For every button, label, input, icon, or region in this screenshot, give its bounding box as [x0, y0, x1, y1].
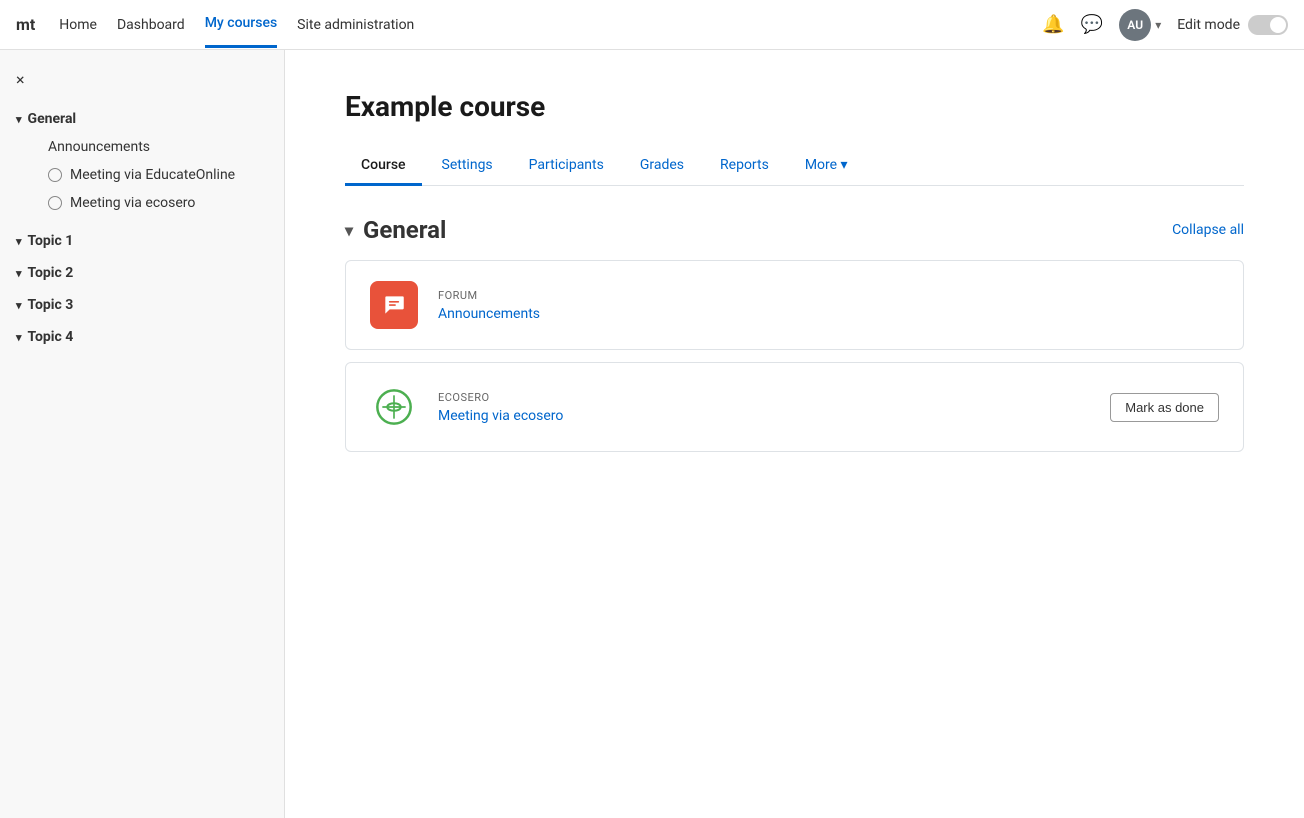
sidebar-announcements-label: Announcements [48, 139, 150, 155]
topic4-chevron-icon: ▾ [16, 331, 22, 344]
edit-mode: Edit mode [1177, 15, 1288, 35]
main-content: Example course Course Settings Participa… [285, 50, 1304, 818]
avatar-chevron-icon: ▾ [1155, 18, 1161, 32]
avatar[interactable]: AU [1119, 9, 1151, 41]
nav-my-courses[interactable]: My courses [205, 1, 277, 48]
tab-participants[interactable]: Participants [513, 147, 620, 186]
sidebar-topic-1[interactable]: ▾ Topic 1 [0, 225, 284, 257]
topic1-chevron-icon: ▾ [16, 235, 22, 248]
announcements-title[interactable]: Announcements [438, 306, 540, 322]
tab-course[interactable]: Course [345, 147, 422, 186]
sidebar-general-group[interactable]: ▾ General [16, 105, 268, 133]
section-title: ▾ General [345, 216, 446, 244]
sidebar-topic-3[interactable]: ▾ Topic 3 [0, 289, 284, 321]
chat-icon[interactable]: 💬 [1081, 14, 1103, 35]
ecosero-content: ECOSERO Meeting via ecosero [438, 391, 1090, 424]
edit-mode-label: Edit mode [1177, 17, 1240, 33]
sidebar-meeting-educateonline-label: Meeting via EducateOnline [70, 167, 235, 183]
mark-as-done-button[interactable]: Mark as done [1110, 393, 1219, 422]
nav-brand: mt [16, 15, 35, 34]
sidebar-topic-1-label: Topic 1 [28, 233, 74, 249]
sidebar-meeting-ecosero-label: Meeting via ecosero [70, 195, 195, 211]
course-item-ecosero: ECOSERO Meeting via ecosero Mark as done [345, 362, 1244, 452]
notification-icon[interactable]: 🔔 [1042, 14, 1064, 35]
top-nav: mt Home Dashboard My courses Site admini… [0, 0, 1304, 50]
nav-dashboard[interactable]: Dashboard [117, 3, 185, 47]
ecosero-type: ECOSERO [438, 391, 1090, 404]
sidebar-item-meeting-ecosero[interactable]: Meeting via ecosero [16, 189, 268, 217]
edit-mode-toggle[interactable] [1248, 15, 1288, 35]
announcements-content: FORUM Announcements [438, 289, 1219, 322]
sidebar-topic-4-label: Topic 4 [28, 329, 74, 345]
sidebar-item-announcements[interactable]: Announcements [16, 133, 268, 161]
sidebar-general-section: ▾ General Announcements Meeting via Educ… [0, 97, 284, 225]
topic2-chevron-icon: ▾ [16, 267, 22, 280]
sidebar-topic-4[interactable]: ▾ Topic 4 [0, 321, 284, 353]
tab-more[interactable]: More ▾ [789, 147, 864, 186]
sidebar-item-meeting-educateonline[interactable]: Meeting via EducateOnline [16, 161, 268, 189]
topic3-chevron-icon: ▾ [16, 299, 22, 312]
avatar-wrapper[interactable]: AU ▾ [1119, 9, 1161, 41]
meeting-educateonline-circle-icon [48, 168, 62, 182]
tab-reports[interactable]: Reports [704, 147, 785, 186]
section-general-title: General [363, 216, 446, 244]
sidebar-close-button[interactable]: × [0, 62, 284, 97]
sidebar-topic-3-label: Topic 3 [28, 297, 74, 313]
layout: × ▾ General Announcements Meeting via Ed… [0, 50, 1304, 818]
course-item-announcements: FORUM Announcements [345, 260, 1244, 350]
section-chevron-icon[interactable]: ▾ [345, 221, 353, 240]
nav-home[interactable]: Home [59, 3, 97, 47]
announcements-type: FORUM [438, 289, 1219, 302]
general-chevron-icon: ▾ [16, 113, 22, 126]
meeting-ecosero-circle-icon [48, 196, 62, 210]
sidebar: × ▾ General Announcements Meeting via Ed… [0, 50, 285, 818]
nav-right: 🔔 💬 AU ▾ Edit mode [1042, 9, 1288, 41]
ecosero-icon [370, 383, 418, 431]
sidebar-general-label: General [28, 111, 77, 127]
tabs: Course Settings Participants Grades Repo… [345, 147, 1244, 186]
forum-icon [370, 281, 418, 329]
sidebar-topic-2-label: Topic 2 [28, 265, 74, 281]
sidebar-topic-2[interactable]: ▾ Topic 2 [0, 257, 284, 289]
ecosero-title[interactable]: Meeting via ecosero [438, 408, 563, 424]
collapse-all-button[interactable]: Collapse all [1172, 222, 1244, 238]
tab-grades[interactable]: Grades [624, 147, 700, 186]
page-title: Example course [345, 90, 1244, 123]
nav-links: Home Dashboard My courses Site administr… [59, 1, 414, 48]
tab-settings[interactable]: Settings [426, 147, 509, 186]
nav-site-admin[interactable]: Site administration [297, 3, 414, 47]
section-header: ▾ General Collapse all [345, 216, 1244, 244]
